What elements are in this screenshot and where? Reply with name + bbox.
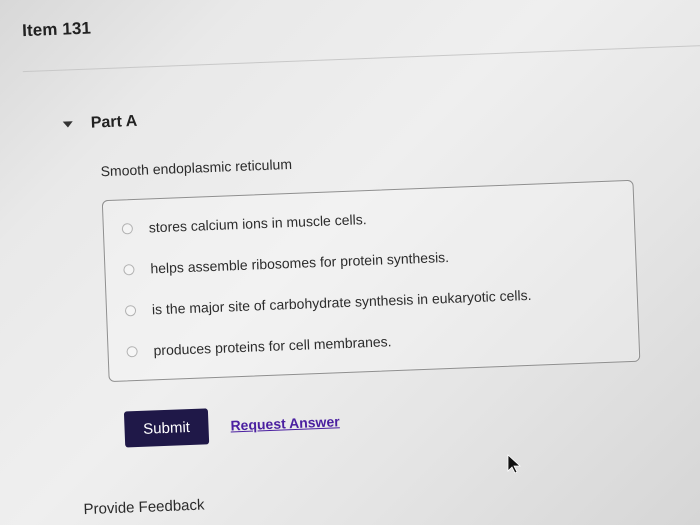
choice-label: produces proteins for cell membranes. — [153, 333, 392, 359]
answer-choice[interactable]: stores calcium ions in muscle cells. — [121, 211, 367, 236]
header-divider — [22, 44, 700, 73]
answer-choice[interactable]: produces proteins for cell membranes. — [126, 333, 392, 359]
caret-down-icon[interactable] — [62, 121, 73, 128]
radio-button-icon[interactable] — [126, 345, 138, 357]
mouse-cursor-icon — [507, 454, 521, 474]
answer-choice[interactable]: is the major site of carbohydrate synthe… — [124, 286, 532, 319]
request-answer-link[interactable]: Request Answer — [230, 413, 340, 433]
item-title: Item 131 — [21, 18, 92, 41]
choice-label: stores calcium ions in muscle cells. — [148, 211, 367, 236]
question-screen: Item 131 Part A Smooth endoplasmic retic… — [0, 0, 700, 525]
provide-feedback-link[interactable]: Provide Feedback — [83, 497, 204, 519]
question-prompt: Smooth endoplasmic reticulum — [100, 155, 293, 180]
choice-label: is the major site of carbohydrate synthe… — [151, 286, 532, 318]
answer-choices-box: stores calcium ions in muscle cells. hel… — [101, 179, 641, 383]
choice-label: helps assemble ribosomes for protein syn… — [150, 248, 450, 277]
radio-button-icon[interactable] — [123, 263, 135, 275]
submit-button[interactable]: Submit — [123, 408, 210, 448]
part-title: Part A — [90, 112, 138, 132]
part-header[interactable]: Part A — [62, 112, 138, 134]
radio-button-icon[interactable] — [124, 304, 137, 316]
radio-button-icon[interactable] — [121, 222, 134, 234]
question-actions: Submit Request Answer — [123, 403, 340, 448]
answer-choice[interactable]: helps assemble ribosomes for protein syn… — [123, 249, 449, 277]
